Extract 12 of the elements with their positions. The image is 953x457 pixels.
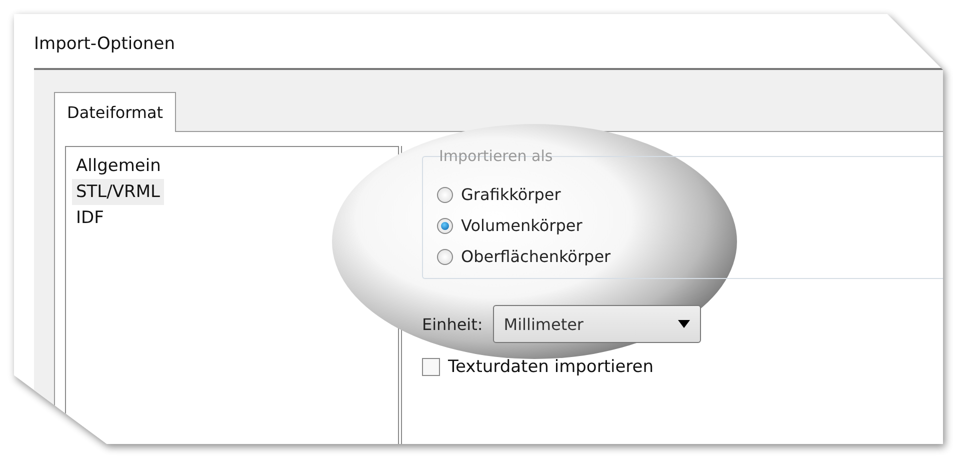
- list-item[interactable]: STL/VRML: [72, 179, 164, 205]
- texture-checkbox[interactable]: Texturdaten importieren: [422, 357, 943, 377]
- tab[interactable]: Dateiformat: [54, 92, 176, 132]
- radio-option[interactable]: Oberflächenkörper: [437, 247, 929, 266]
- caret-icon: [678, 320, 690, 328]
- radio-option[interactable]: Volumenkörper: [437, 216, 929, 235]
- radio-option[interactable]: Grafikkörper: [437, 185, 929, 204]
- unit-dropdown[interactable]: Millimeter: [492, 305, 701, 343]
- list-item[interactable]: Allgemein: [72, 153, 165, 179]
- group-title: Importieren als: [438, 147, 554, 165]
- list-item[interactable]: IDF: [72, 205, 108, 231]
- unit-label: Einheit:: [422, 314, 483, 334]
